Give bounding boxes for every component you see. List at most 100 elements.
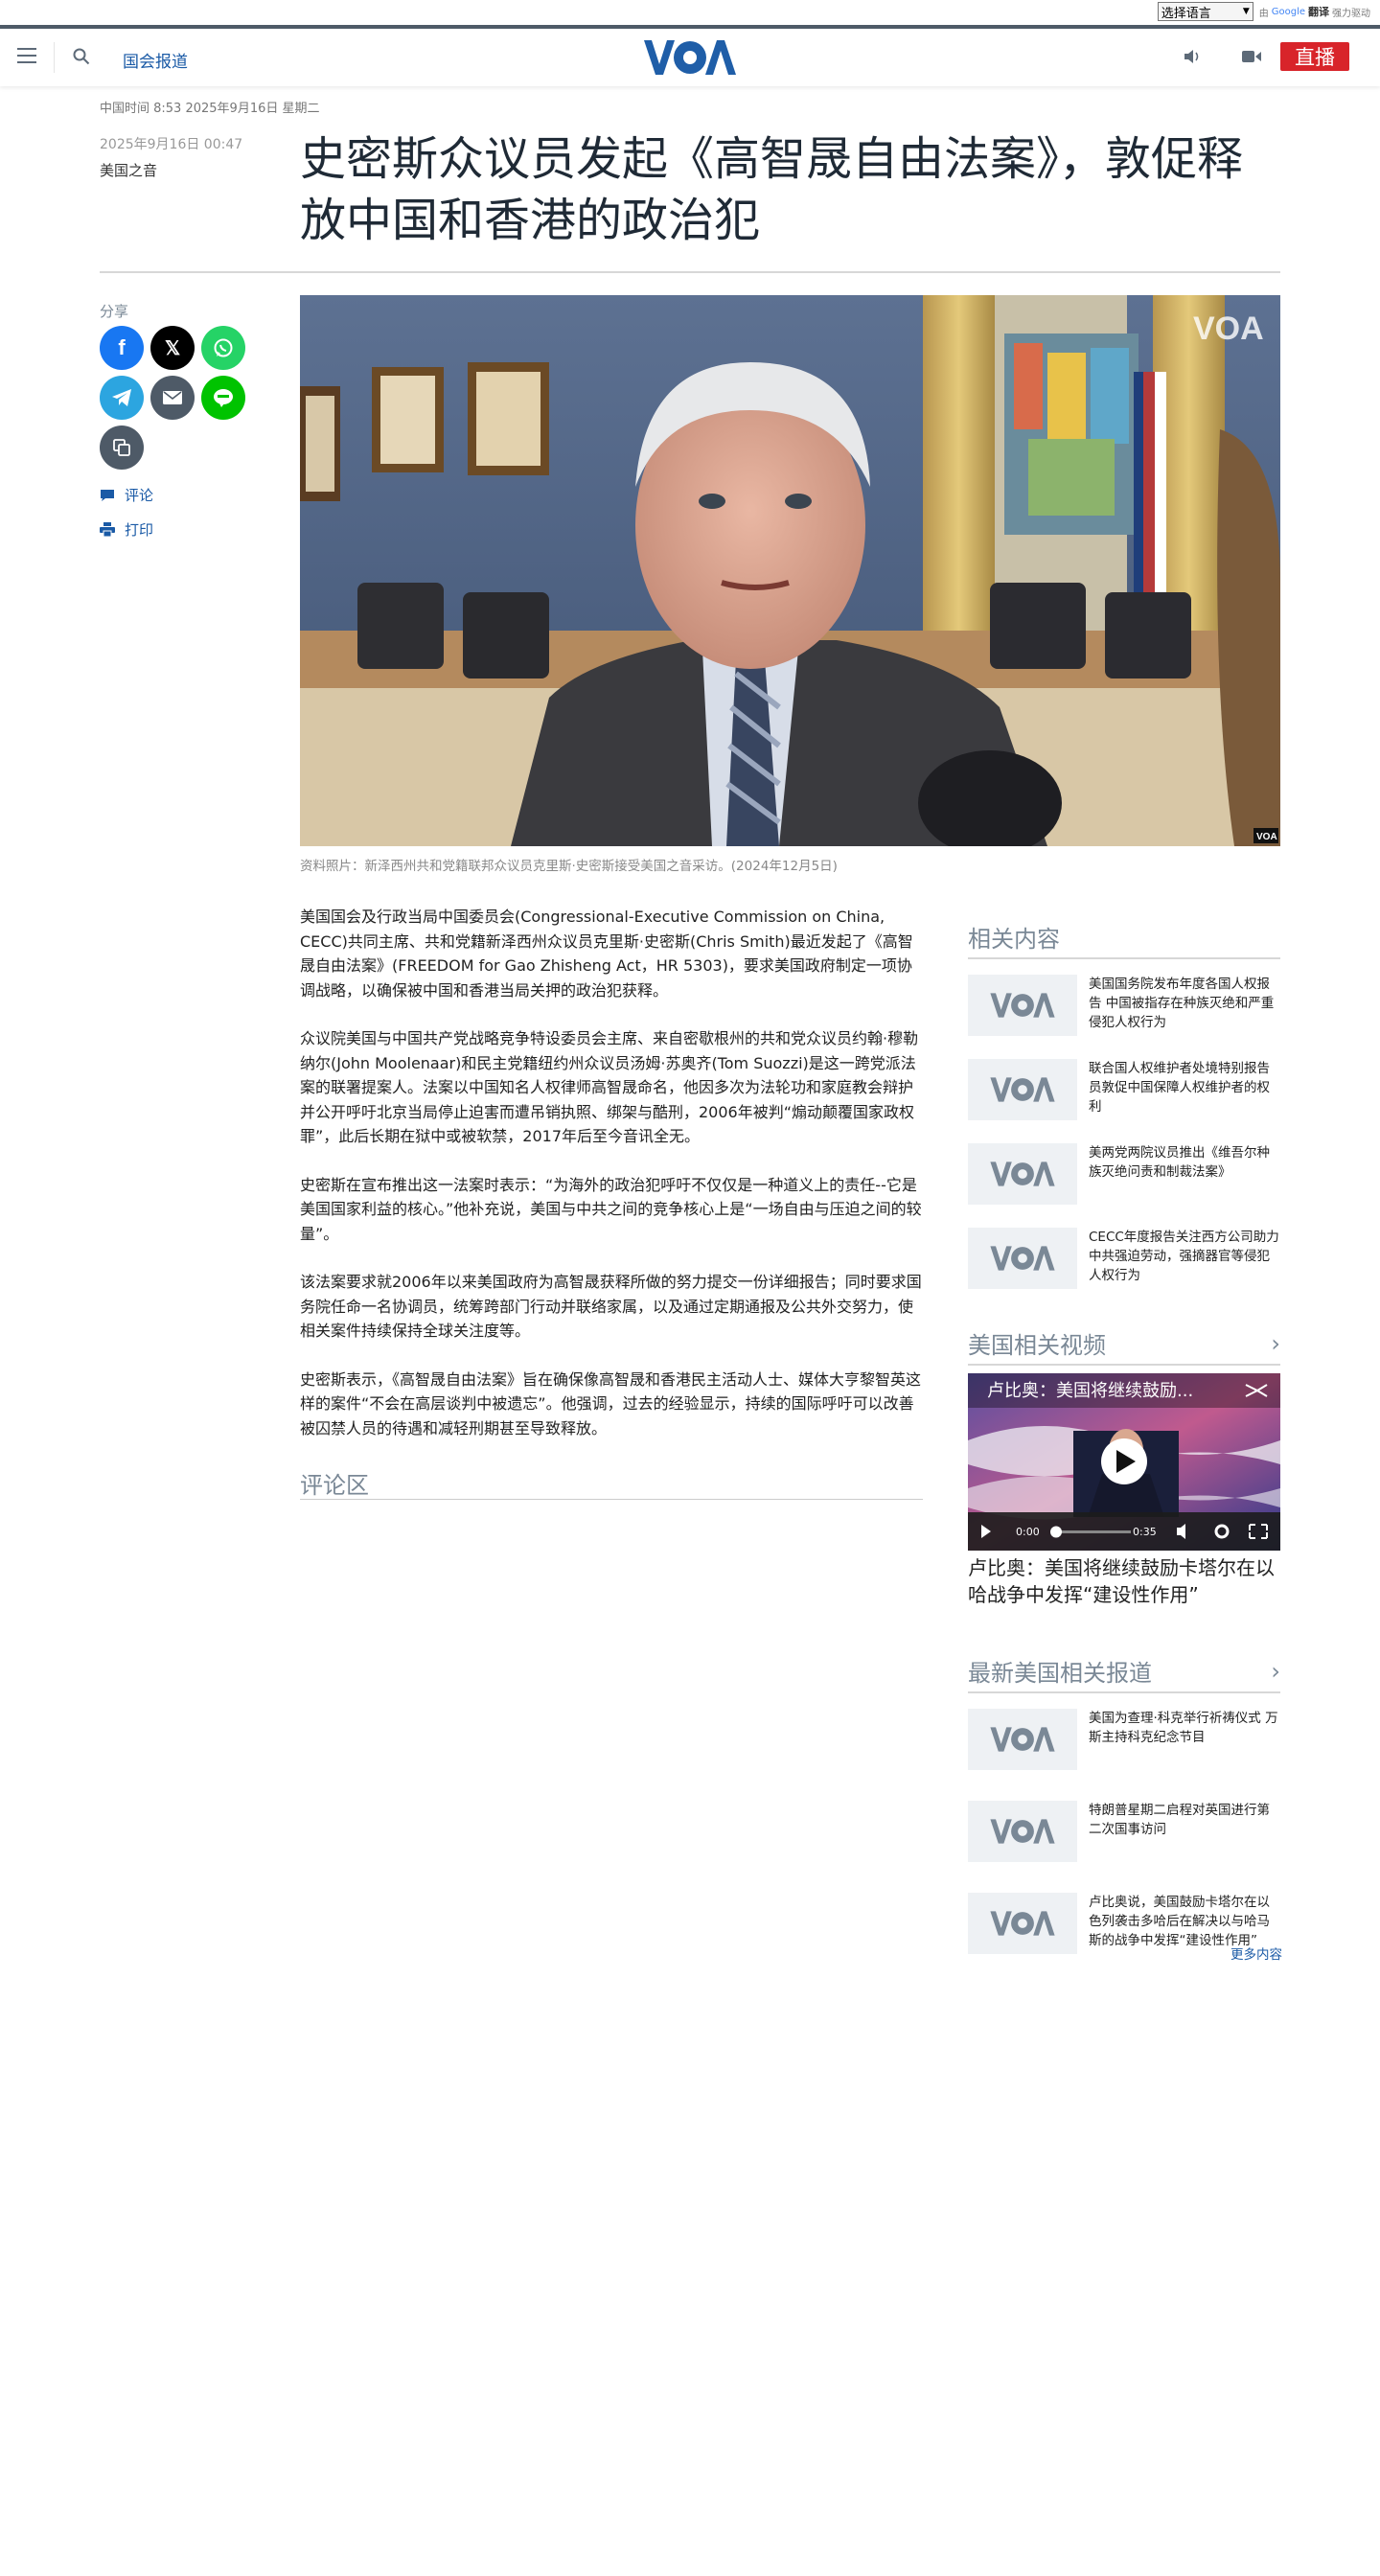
list-item-title[interactable]: 特朗普星期二启程对英国进行第二次国事访问: [1089, 1801, 1280, 1877]
author[interactable]: 美国之音: [100, 160, 157, 180]
video-overlay-title: 卢比奥：美国将继续鼓励...: [987, 1381, 1193, 1401]
video-progress-handle[interactable]: [1050, 1526, 1062, 1538]
list-item[interactable]: 美国国务院发布年度各国人权报告 中国被指存在种族灭绝和严重侵犯人权行为: [968, 975, 1280, 1044]
article-body: 美国国会及行政当局中国委员会(Congressional-Executive C…: [300, 905, 923, 1464]
voa-placeholder-icon: [990, 993, 1055, 1018]
email-icon: [163, 391, 182, 404]
section-link-congress[interactable]: 国会报道: [123, 48, 188, 72]
list-item-title[interactable]: CECC年度报告关注西方公司助力中共强迫劳动，强摘器官等侵犯人权行为: [1089, 1228, 1280, 1297]
facebook-share-button[interactable]: f: [100, 326, 144, 370]
photo-scene: VOA VOA: [300, 295, 1280, 846]
voa-placeholder-icon: [990, 1077, 1055, 1102]
latest-news-section: 最新美国相关报道 › 美国为查理·科克举行祈祷仪式 万斯主持科克纪念节目 特朗普…: [968, 1654, 1280, 1969]
photo-badge: VOA: [1256, 832, 1277, 842]
video-time-current: 0:00: [1016, 1526, 1040, 1538]
translate-word: 翻译: [1308, 6, 1329, 18]
more-content-link[interactable]: 更多内容: [1230, 1944, 1282, 1963]
latest-heading[interactable]: 最新美国相关报道 ›: [968, 1654, 1280, 1693]
audio-icon[interactable]: [1183, 48, 1202, 65]
video-camera-icon[interactable]: [1242, 50, 1261, 63]
powered-prefix: 由: [1258, 8, 1269, 19]
copy-icon: [113, 439, 130, 456]
site-header: 国会报道 直播: [0, 25, 1380, 86]
thumbnail[interactable]: [968, 1709, 1077, 1770]
comment-icon: [101, 489, 114, 501]
translate-bar: 选择语言 ▼ 由 Google 翻译 强力驱动: [0, 0, 1380, 23]
print-label: 打印: [125, 521, 154, 539]
list-item-title[interactable]: 美国国务院发布年度各国人权报告 中国被指存在种族灭绝和严重侵犯人权行为: [1089, 975, 1280, 1044]
print-link[interactable]: 打印: [100, 519, 153, 540]
facebook-icon: f: [118, 335, 126, 359]
thumbnail[interactable]: [968, 1893, 1077, 1954]
print-icon: [100, 522, 115, 537]
video-title[interactable]: 卢比奥：美国将继续鼓励卡塔尔在以哈战争中发挥“建设性作用”: [968, 1554, 1280, 1608]
video-player[interactable]: 卢比奥：美国将继续鼓励... 0:00 0:35: [968, 1373, 1280, 1551]
search-icon[interactable]: [73, 48, 90, 65]
voa-placeholder-icon: [990, 1246, 1055, 1271]
thumbnail[interactable]: [968, 1143, 1077, 1205]
related-heading-text: 相关内容: [968, 926, 1060, 953]
comments-link[interactable]: 评论: [100, 485, 153, 505]
article-paragraph: 美国国会及行政当局中国委员会(Congressional-Executive C…: [300, 908, 913, 1000]
list-item-title[interactable]: 美两党两院议员推出《维吾尔种族灭绝问责和制裁法案》: [1089, 1143, 1280, 1212]
chevron-down-icon: ▼: [1242, 7, 1250, 16]
email-share-button[interactable]: [150, 376, 195, 420]
copy-link-button[interactable]: [100, 426, 144, 470]
thumbnail[interactable]: [968, 1059, 1077, 1120]
google-translate-credit[interactable]: 由 Google 翻译 强力驱动: [1259, 4, 1370, 19]
photo-watermark: VOA: [1193, 310, 1264, 347]
videos-heading-text: 美国相关视频: [968, 1332, 1106, 1359]
list-item[interactable]: CECC年度报告关注西方公司助力中共强迫劳动，强摘器官等侵犯人权行为: [968, 1228, 1280, 1297]
thumbnail[interactable]: [968, 1228, 1077, 1289]
list-item-title[interactable]: 联合国人权维护者处境特别报告员敦促中国保障人权维护者的权利: [1089, 1059, 1280, 1128]
x-share-button[interactable]: 𝕏: [150, 326, 195, 370]
related-heading: 相关内容: [968, 920, 1280, 959]
language-select[interactable]: 选择语言 ▼: [1157, 2, 1254, 21]
list-item[interactable]: 联合国人权维护者处境特别报告员敦促中国保障人权维护者的权利: [968, 1059, 1280, 1128]
telegram-share-button[interactable]: [100, 376, 144, 420]
live-button[interactable]: 直播: [1280, 42, 1349, 71]
video-time-total: 0:35: [1133, 1526, 1157, 1538]
photo-caption: 资料照片：新泽西州共和党籍联邦众议员克里斯·史密斯接受美国之音采访。(2024年…: [300, 859, 838, 874]
list-item[interactable]: 美国为查理·科克举行祈祷仪式 万斯主持科克纪念节目: [968, 1709, 1280, 1785]
comments-label: 评论: [125, 487, 154, 504]
comments-divider: [300, 1499, 923, 1500]
chevron-right-icon[interactable]: ›: [1271, 1330, 1280, 1357]
voa-placeholder-icon: [990, 1162, 1055, 1186]
article-paragraph: 该法案要求就2006年以来美国政府为高智晟获释所做的努力提交一份详细报告；同时要…: [300, 1273, 922, 1340]
article-paragraph: 众议院美国与中国共产党战略竞争特设委员会主席、来自密歇根州的共和党众议员约翰·穆…: [300, 1029, 919, 1145]
latest-heading-text: 最新美国相关报道: [968, 1660, 1152, 1687]
language-select-value: 选择语言: [1161, 6, 1211, 21]
publish-date: 2025年9月16日 00:47: [100, 137, 243, 152]
whatsapp-share-button[interactable]: [201, 326, 245, 370]
voa-logo[interactable]: [642, 38, 738, 77]
voa-placeholder-icon: [990, 1819, 1055, 1844]
line-share-button[interactable]: [201, 376, 245, 420]
menu-icon[interactable]: [17, 48, 36, 63]
video-progress-track[interactable]: [1054, 1530, 1131, 1533]
video-frame: 卢比奥：美国将继续鼓励... 0:00 0:35: [968, 1373, 1280, 1551]
telegram-icon: [112, 389, 131, 406]
voa-placeholder-icon: [990, 1911, 1055, 1936]
x-icon: 𝕏: [164, 337, 181, 359]
line-icon: [214, 389, 233, 407]
article-paragraph: 史密斯表示，《高智晟自由法案》旨在确保像高智晟和香港民主活动人士、媒体大亨黎智英…: [300, 1369, 922, 1438]
list-item[interactable]: 美两党两院议员推出《维吾尔种族灭绝问责和制裁法案》: [968, 1143, 1280, 1212]
article-headline: 史密斯众议员发起《高智晟自由法案》，敦促释放中国和香港的政治犯: [300, 132, 1244, 247]
hero-photo: VOA VOA: [300, 295, 1280, 846]
google-logo: Google: [1271, 6, 1305, 17]
powered-suffix: 强力驱动: [1332, 8, 1370, 19]
voa-placeholder-icon: [990, 1727, 1055, 1752]
chevron-right-icon[interactable]: ›: [1271, 1658, 1280, 1685]
title-divider: [100, 271, 1280, 273]
article-paragraph: 史密斯在宣布推出这一法案时表示：“为海外的政治犯呼吁不仅仅是一种道义上的责任--…: [300, 1175, 922, 1243]
thumbnail[interactable]: [968, 975, 1077, 1036]
thumbnail[interactable]: [968, 1801, 1077, 1862]
videos-heading[interactable]: 美国相关视频 ›: [968, 1326, 1280, 1366]
local-time: 中国时间 8:53 2025年9月16日 星期二: [100, 102, 320, 116]
list-item-title[interactable]: 美国为查理·科克举行祈祷仪式 万斯主持科克纪念节目: [1089, 1709, 1280, 1785]
share-label: 分享: [100, 303, 129, 320]
list-item[interactable]: 特朗普星期二启程对英国进行第二次国事访问: [968, 1801, 1280, 1877]
comments-heading: 评论区: [300, 1472, 369, 1499]
header-divider: [54, 42, 55, 73]
